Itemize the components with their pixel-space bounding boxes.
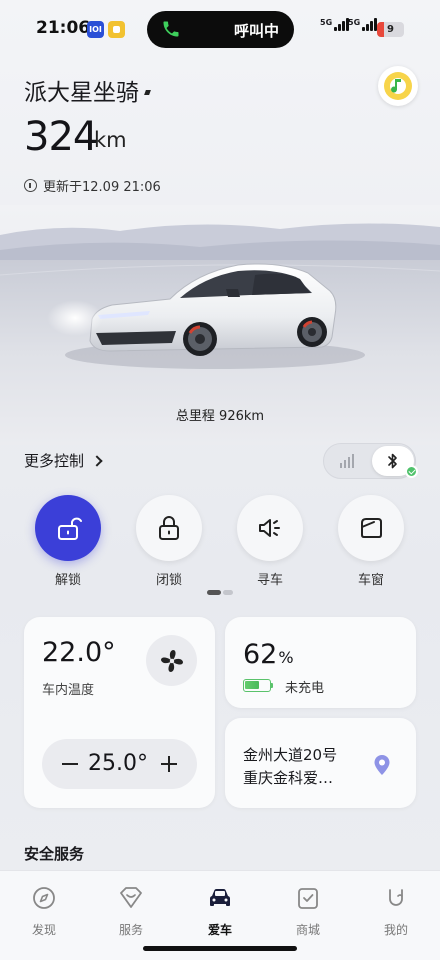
range-value: 324 bbox=[24, 114, 98, 160]
service-heart-icon bbox=[120, 887, 142, 908]
battery-card[interactable]: 62% 未充电 bbox=[225, 617, 416, 708]
unlock-icon bbox=[58, 517, 82, 540]
find-car-button[interactable]: 寻车 bbox=[237, 495, 303, 588]
chevron-right-icon bbox=[91, 454, 103, 467]
tab-service[interactable]: 服务 bbox=[101, 885, 161, 938]
range-unit: km bbox=[94, 128, 127, 152]
connection-mode-toggle[interactable] bbox=[323, 443, 418, 479]
info-icon bbox=[24, 179, 37, 192]
climate-card[interactable]: 22.0° 车内温度 25.0° bbox=[24, 617, 215, 808]
find-car-circle[interactable] bbox=[237, 495, 303, 561]
unlock-button[interactable]: 解锁 bbox=[35, 495, 101, 588]
car-name[interactable]: 派大星坐骑 bbox=[24, 73, 139, 107]
compass-icon bbox=[33, 887, 55, 909]
horn-icon bbox=[259, 519, 280, 537]
home-indicator[interactable] bbox=[143, 946, 297, 951]
cellular-signal-2-icon: 5G bbox=[348, 18, 378, 31]
location-card[interactable]: 金州大道20号 重庆金科爱… bbox=[225, 718, 416, 808]
location-line-1: 金州大道20号 bbox=[243, 746, 338, 764]
profile-icon bbox=[389, 889, 403, 906]
total-mileage: 总里程 926km bbox=[175, 409, 265, 424]
temperature-control: 25.0° bbox=[42, 739, 197, 789]
lock-label: 闭锁 bbox=[155, 573, 182, 588]
battery-level-fill bbox=[245, 681, 259, 689]
update-time: 更新于12.09 21:06 bbox=[24, 176, 161, 195]
unlock-label: 解锁 bbox=[54, 573, 81, 588]
find-car-label: 寻车 bbox=[256, 573, 283, 588]
shop-icon bbox=[298, 888, 318, 909]
battery-level-icon bbox=[243, 679, 271, 692]
window-label: 车窗 bbox=[357, 573, 384, 588]
cabin-temperature-label: 车内温度 bbox=[42, 683, 95, 698]
name-edit-mark bbox=[144, 90, 151, 95]
unlock-circle[interactable] bbox=[35, 495, 101, 561]
phone-icon bbox=[163, 21, 179, 37]
fan-button[interactable] bbox=[146, 635, 197, 686]
window-button[interactable]: 车窗 bbox=[338, 495, 404, 588]
page-indicator bbox=[207, 590, 233, 595]
network-signal-icon[interactable] bbox=[340, 454, 356, 468]
location-line-2: 重庆金科爱… bbox=[243, 769, 334, 787]
lock-circle[interactable] bbox=[136, 495, 202, 561]
tab-my-car[interactable]: 爱车 bbox=[190, 885, 250, 938]
tab-shop[interactable]: 商城 bbox=[278, 885, 338, 938]
dynamic-island-call[interactable]: 呼叫中 bbox=[147, 11, 294, 48]
bluetooth-icon bbox=[388, 453, 397, 469]
more-controls-label: 更多控制 bbox=[24, 452, 85, 470]
battery-percent: 62% bbox=[243, 639, 294, 670]
notification-app-icon: IOI bbox=[87, 21, 104, 38]
status-time: 21:06 bbox=[36, 18, 91, 38]
location-pin-icon bbox=[374, 755, 390, 775]
target-temperature: 25.0° bbox=[88, 751, 148, 776]
lock-icon bbox=[159, 516, 179, 540]
music-app-button[interactable] bbox=[378, 66, 418, 106]
music-icon bbox=[384, 72, 412, 100]
status-bar: 21:06 IOI 呼叫中 5G 5G 9 bbox=[0, 0, 440, 60]
charge-status: 未充电 bbox=[285, 681, 325, 696]
cellular-signal-1-icon: 5G bbox=[320, 18, 350, 31]
car-home-screen: 21:06 IOI 呼叫中 5G 5G 9 派大星坐骑 324 km 更新于12… bbox=[0, 0, 440, 960]
minus-icon[interactable] bbox=[62, 763, 78, 765]
update-time-text: 更新于12.09 21:06 bbox=[43, 180, 161, 195]
battery-icon: 9 bbox=[377, 22, 404, 37]
cabin-temperature: 22.0° bbox=[42, 637, 116, 668]
tab-profile[interactable]: 我的 bbox=[366, 885, 426, 938]
call-status-text: 呼叫中 bbox=[233, 22, 279, 40]
window-icon bbox=[361, 518, 382, 538]
more-controls-link[interactable]: 更多控制 bbox=[24, 450, 103, 471]
window-circle[interactable] bbox=[338, 495, 404, 561]
battery-level-text: 9 bbox=[387, 24, 394, 35]
notification-app-icon-yellow bbox=[108, 21, 125, 38]
tab-discover[interactable]: 发现 bbox=[14, 885, 74, 938]
safety-services-title: 安全服务 bbox=[24, 845, 85, 863]
car-icon bbox=[210, 889, 230, 906]
connected-check-icon bbox=[405, 465, 418, 478]
lock-button[interactable]: 闭锁 bbox=[136, 495, 202, 588]
fan-icon bbox=[160, 649, 183, 672]
